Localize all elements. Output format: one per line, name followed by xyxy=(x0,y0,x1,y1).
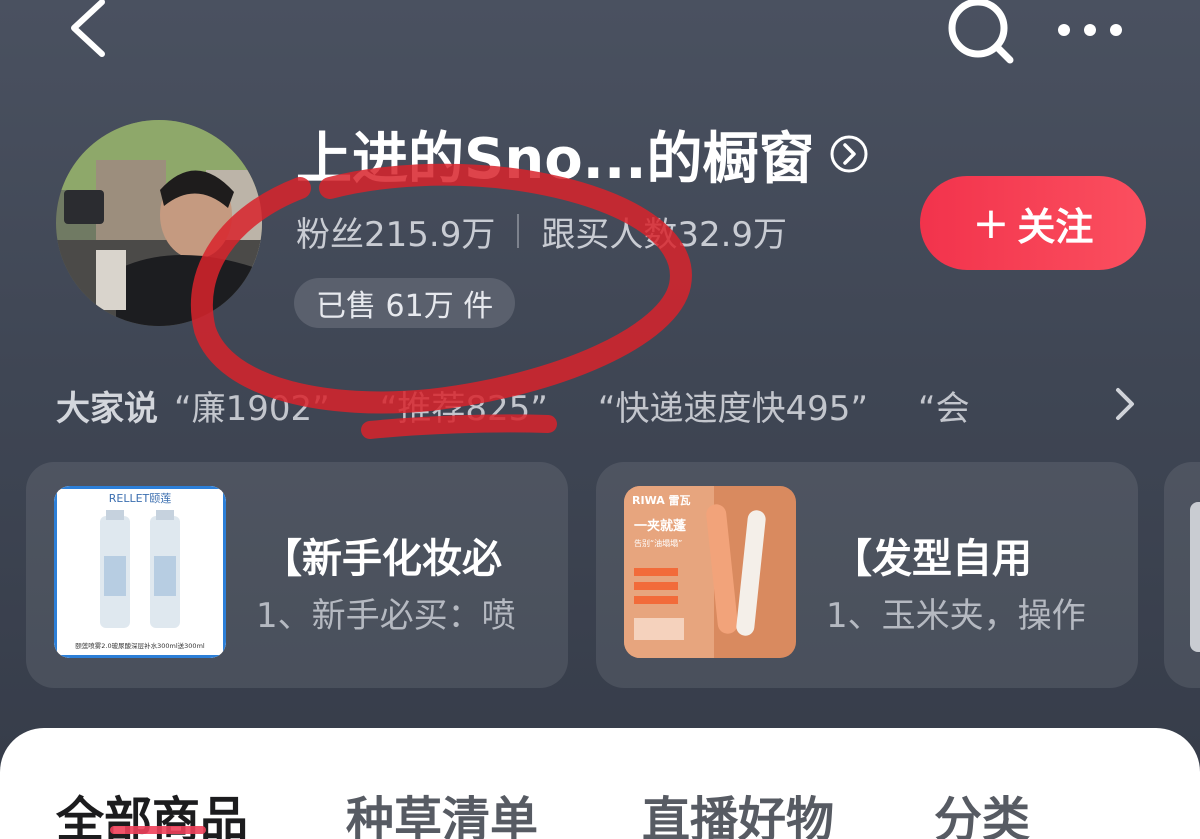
review-tag[interactable]: “廉1902” xyxy=(174,381,330,430)
tab-seeding-list[interactable]: 种草清单 xyxy=(346,780,538,839)
sold-count-badge: 已售 61万 件 xyxy=(294,278,516,328)
review-tag[interactable]: “会 xyxy=(918,381,970,430)
recommend-card-partial[interactable] xyxy=(1164,462,1200,688)
followers-buy-count: 跟买人数32.9万 xyxy=(541,214,788,255)
avatar-photo xyxy=(56,120,262,326)
stats-divider xyxy=(517,214,520,248)
chevron-right-circle-icon[interactable] xyxy=(829,134,869,174)
recommend-card[interactable]: RELLET颐莲 颐莲喷雾2.0玻尿酸深层补水300ml送300ml 【新手化妆… xyxy=(26,462,568,688)
search-icon[interactable] xyxy=(944,0,1016,66)
chevron-left-icon[interactable] xyxy=(62,0,122,60)
chevron-right-icon[interactable] xyxy=(1110,386,1140,422)
top-bar xyxy=(0,0,1200,80)
reviews-label: 大家说 xyxy=(56,388,158,429)
product-brand: RELLET颐莲 xyxy=(109,492,172,505)
product-caption: 一夹就蓬 xyxy=(634,518,687,534)
plus-icon: + xyxy=(972,197,1010,249)
fans-count: 粉丝215.9万 xyxy=(296,214,496,255)
reviews-row[interactable]: 大家说 “廉1902” “推荐825” “快递速度快495” “会 xyxy=(56,378,1146,432)
active-tab-indicator xyxy=(110,826,206,834)
tab-category[interactable]: 分类 xyxy=(934,780,1030,839)
card-title: 【新手化妆必 xyxy=(262,536,502,582)
product-caption: 颐莲喷雾2.0玻尿酸深层补水300ml送300ml xyxy=(75,641,205,650)
product-image xyxy=(1190,502,1200,652)
review-tag[interactable]: “推荐825” xyxy=(380,381,548,430)
shop-stats: 粉丝215.9万 跟买人数32.9万 xyxy=(296,206,787,256)
product-caption-2: 告别“油塌塌” xyxy=(634,538,682,548)
sold-count-text: 已售 61万 件 xyxy=(316,289,494,324)
product-brand: RIWA 雷瓦 xyxy=(632,494,691,507)
recommend-card[interactable]: RIWA 雷瓦 一夹就蓬 告别“油塌塌” 【发型自用 1、玉米夹，操作 xyxy=(596,462,1138,688)
follow-label: 关注 xyxy=(1017,204,1094,249)
shop-title[interactable]: 上进的Sno...的橱窗 xyxy=(296,118,869,192)
product-image: RIWA 雷瓦 一夹就蓬 告别“油塌塌” xyxy=(624,486,796,658)
follow-button[interactable]: + 关注 xyxy=(920,176,1146,270)
product-image: RELLET颐莲 颐莲喷雾2.0玻尿酸深层补水300ml送300ml xyxy=(54,486,226,658)
review-tag[interactable]: “快递速度快495” xyxy=(598,381,868,430)
shop-avatar[interactable] xyxy=(56,120,262,326)
card-subtitle: 1、新手必买：喷 xyxy=(256,596,516,636)
product-image-art: RELLET颐莲 颐莲喷雾2.0玻尿酸深层补水300ml送300ml xyxy=(54,486,226,658)
product-image-art: RIWA 雷瓦 一夹就蓬 告别“油塌塌” xyxy=(624,486,796,658)
tab-live-products[interactable]: 直播好物 xyxy=(642,780,834,839)
tab-bar: 全部商品 种草清单 直播好物 分类 xyxy=(0,728,1200,839)
more-dots-icon[interactable] xyxy=(1050,10,1130,50)
card-subtitle: 1、玉米夹，操作 xyxy=(826,596,1086,636)
card-title: 【发型自用 xyxy=(832,536,1032,582)
shop-title-text: 上进的Sno...的橱窗 xyxy=(296,126,815,192)
